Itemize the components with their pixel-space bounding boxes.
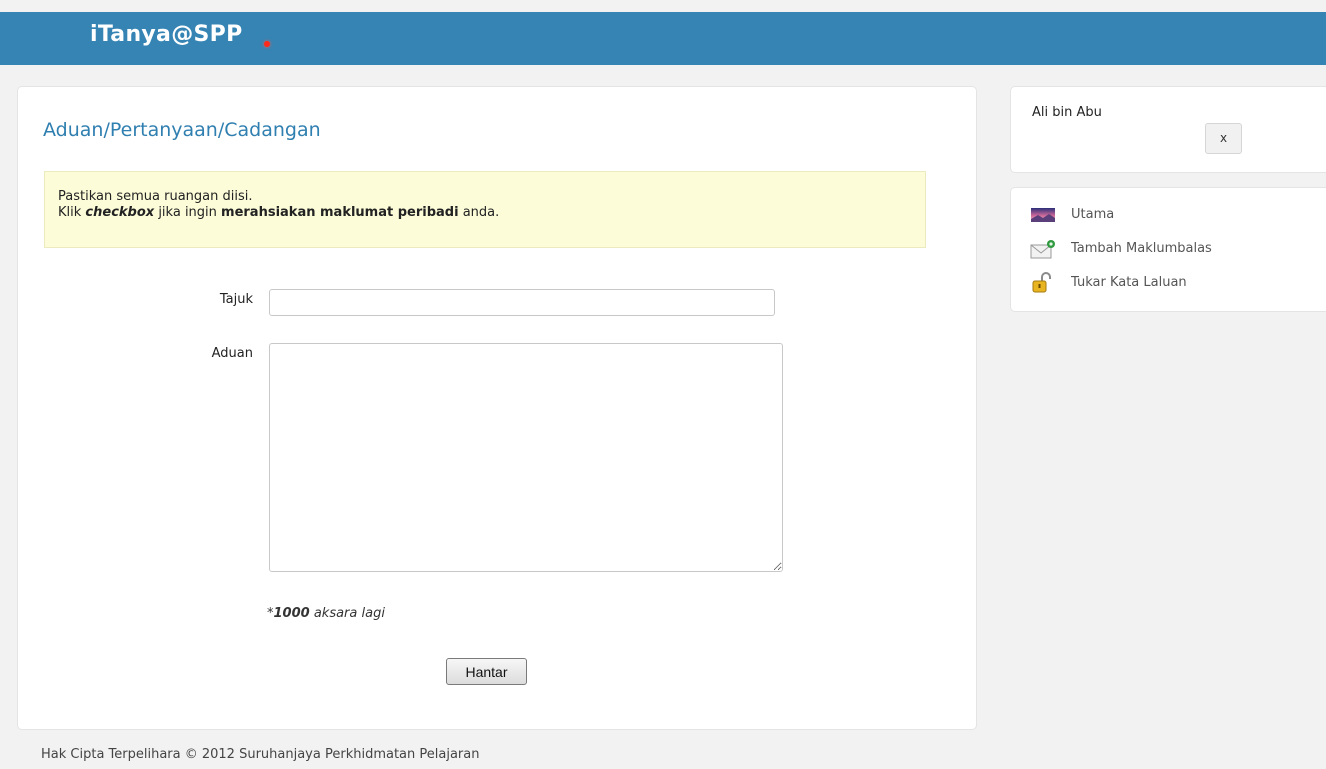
notice-line-2: Klik checkbox jika ingin merahsiakan mak…	[58, 205, 912, 221]
padlock-open-icon	[1029, 272, 1057, 293]
notice-emphasis: checkbox	[85, 205, 155, 220]
side-menu-panel: Utama Tambah Maklumbalas Tukar Kata Lalu…	[1010, 187, 1326, 312]
page-title: Aduan/Pertanyaan/Cadangan	[43, 119, 321, 141]
user-name: Ali bin Abu	[1032, 105, 1102, 120]
app-logo[interactable]: iTanya@SPP	[90, 22, 243, 47]
character-counter: *1000 aksara lagi	[267, 606, 385, 621]
instruction-notice: Pastikan semua ruangan diisi. Klik check…	[44, 171, 926, 248]
menu-label: Tambah Maklumbalas	[1071, 240, 1212, 256]
aduan-label: Aduan	[211, 346, 253, 361]
home-landscape-icon	[1029, 204, 1057, 224]
notice-text: anda.	[458, 205, 500, 220]
menu-item-tambah-maklumbalas[interactable]: Tambah Maklumbalas	[1029, 236, 1212, 260]
tajuk-label: Tajuk	[219, 292, 253, 307]
counter-suffix: aksara lagi	[309, 606, 385, 621]
menu-label: Utama	[1071, 206, 1115, 222]
aduan-textarea[interactable]	[269, 343, 783, 572]
notice-line-1: Pastikan semua ruangan diisi.	[58, 189, 253, 204]
counter-number: 1000	[273, 606, 310, 621]
menu-item-utama[interactable]: Utama	[1029, 202, 1114, 226]
top-header-bar: iTanya@SPP	[0, 12, 1326, 65]
menu-label: Tukar Kata Laluan	[1071, 274, 1187, 290]
main-content-panel: Aduan/Pertanyaan/Cadangan Pastikan semua…	[17, 86, 977, 730]
logo-dot-icon	[264, 41, 270, 47]
notice-strong: merahsiakan maklumat peribadi	[221, 205, 459, 220]
user-panel: Ali bin Abu x	[1010, 86, 1326, 173]
notice-text: Klik	[58, 205, 86, 220]
tajuk-input[interactable]	[269, 289, 775, 316]
submit-button[interactable]: Hantar	[446, 658, 527, 685]
menu-item-tukar-kata-laluan[interactable]: Tukar Kata Laluan	[1029, 270, 1187, 294]
notice-text: jika ingin	[154, 205, 222, 220]
footer-copyright: Hak Cipta Terpelihara © 2012 Suruhanjaya…	[41, 747, 480, 762]
mail-add-icon	[1029, 238, 1057, 259]
logout-button[interactable]: x	[1205, 123, 1242, 154]
